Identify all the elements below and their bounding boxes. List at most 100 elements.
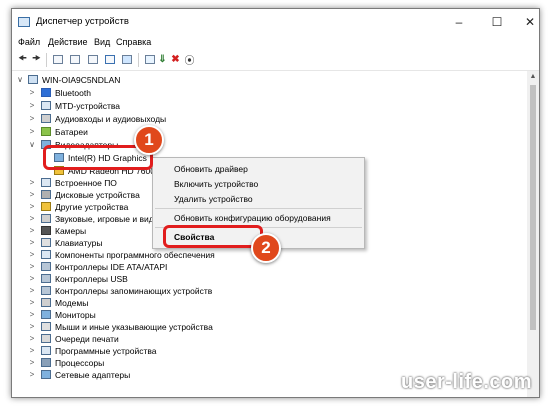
network-adapter-icon (41, 370, 51, 379)
printer-icon (41, 334, 51, 343)
chevron-right-icon[interactable]: > (28, 273, 36, 285)
usb-controller-icon (41, 274, 51, 283)
properties-icon[interactable] (86, 53, 99, 66)
chevron-right-icon[interactable]: > (28, 333, 36, 345)
speaker-icon (41, 114, 51, 123)
toolbar-separator (46, 53, 47, 67)
show-hide-console-tree-icon[interactable] (51, 53, 64, 66)
chevron-down-icon[interactable]: ∨ (28, 139, 36, 151)
tree-item-audio-io[interactable]: > Аудиовходы и аудиовыходы (12, 113, 527, 125)
chevron-right-icon[interactable]: > (28, 177, 36, 189)
chevron-right-icon[interactable]: > (28, 100, 36, 112)
view-icon[interactable] (68, 53, 81, 66)
tree-root[interactable]: ∨ WIN-OIA9C5NDLAN (12, 74, 527, 86)
software-component-icon (41, 250, 51, 259)
bluetooth-icon (41, 88, 51, 97)
chevron-right-icon[interactable]: > (28, 189, 36, 201)
tree-item-label: Bluetooth (55, 88, 91, 98)
tree-item-label: MTD-устройства (55, 101, 121, 111)
forward-arrow-icon[interactable]: 🠞 (30, 53, 43, 66)
scan-hardware-menu-item[interactable]: Обновить конфигурацию оборудования (174, 213, 331, 223)
close-button[interactable]: ✕ (510, 9, 539, 35)
chevron-right-icon[interactable]: > (28, 126, 36, 138)
menu-file[interactable]: Файл (18, 37, 40, 47)
camera-icon (41, 226, 51, 235)
window-title: Диспетчер устройств (36, 16, 129, 27)
mtd-device-icon (41, 101, 51, 110)
tree-item-monitors[interactable]: > Мониторы (12, 309, 527, 321)
uninstall-device-menu-item[interactable]: Удалить устройство (174, 194, 253, 204)
chevron-right-icon[interactable]: > (28, 213, 36, 225)
menu-help[interactable]: Справка (116, 37, 151, 47)
vertical-scrollbar[interactable]: ▲ (527, 71, 539, 397)
uninstall-icon[interactable]: ✖ (169, 53, 182, 66)
help-icon[interactable] (103, 53, 116, 66)
scan-hardware-icon[interactable] (143, 53, 156, 66)
update-driver-icon[interactable]: ⇓ (156, 53, 169, 66)
toolbar-separator (138, 53, 139, 67)
tree-item-mtd[interactable]: > MTD-устройства (12, 100, 527, 112)
enable-device-menu-item[interactable]: Включить устройство (174, 179, 258, 189)
minimize-button[interactable]: – (439, 9, 479, 35)
chevron-right-icon[interactable]: > (28, 113, 36, 125)
software-device-icon (41, 346, 51, 355)
chevron-right-icon[interactable]: > (28, 357, 36, 369)
tree-item-mice[interactable]: > Мыши и иные указывающие устройства (12, 321, 527, 333)
chevron-right-icon[interactable]: > (28, 297, 36, 309)
enable-device-icon[interactable]: ⦿ (183, 53, 196, 67)
step-1-badge: 1 (134, 125, 164, 155)
firmware-icon (41, 178, 51, 187)
menu-view[interactable]: Вид (94, 37, 110, 47)
menu-separator (155, 208, 362, 209)
update-driver-menu-item[interactable]: Обновить драйвер (174, 164, 248, 174)
chevron-right-icon[interactable]: > (28, 369, 36, 381)
chevron-right-icon[interactable]: > (28, 237, 36, 249)
back-arrow-icon[interactable]: 🠜 (16, 53, 29, 66)
scrollbar-thumb[interactable] (530, 85, 536, 330)
menu-bar: Файл Действие Вид Справка (12, 35, 539, 50)
tree-item-modems[interactable]: > Модемы (12, 297, 527, 309)
tree-item-software-devices[interactable]: > Программные устройства (12, 345, 527, 357)
tree-item-bluetooth[interactable]: > Bluetooth (12, 87, 527, 99)
chevron-right-icon[interactable]: > (28, 321, 36, 333)
tree-item-ide-controllers[interactable]: > Контроллеры IDE ATA/ATAPI (12, 261, 527, 273)
chevron-right-icon[interactable]: > (28, 87, 36, 99)
device-manager-icon (18, 17, 30, 27)
tree-item-label: Контроллеры запоминающих устройств (55, 286, 213, 296)
chevron-down-icon[interactable]: ∨ (16, 74, 24, 86)
battery-icon (41, 127, 51, 136)
tree-item-batteries[interactable]: > Батареи (12, 126, 527, 138)
tree-item-label: Аудиовходы и аудиовыходы (55, 114, 167, 124)
tree-item-label: Контроллеры IDE ATA/ATAPI (55, 262, 168, 272)
ide-controller-icon (41, 262, 51, 271)
processor-icon (41, 358, 51, 367)
disk-drive-icon (41, 190, 51, 199)
chevron-right-icon[interactable]: > (28, 345, 36, 357)
chevron-right-icon[interactable]: > (28, 309, 36, 321)
monitor-icon[interactable] (120, 53, 133, 66)
tree-item-label: Другие устройства (55, 202, 129, 212)
menu-action[interactable]: Действие (48, 37, 88, 47)
tree-item-label: Дисковые устройства (55, 190, 140, 200)
modem-icon (41, 298, 51, 307)
chevron-right-icon[interactable]: > (28, 285, 36, 297)
tree-item-label: Программные устройства (55, 346, 157, 356)
chevron-right-icon[interactable]: > (28, 225, 36, 237)
title-bar: Диспетчер устройств – ☐ ✕ (12, 9, 539, 35)
tree-item-usb-controllers[interactable]: > Контроллеры USB (12, 273, 527, 285)
chevron-right-icon[interactable]: > (28, 249, 36, 261)
tree-item-label: Компоненты программного обеспечения (55, 250, 215, 260)
monitor-icon (41, 310, 51, 319)
tree-item-print-queues[interactable]: > Очереди печати (12, 333, 527, 345)
tree-item-storage-controllers[interactable]: > Контроллеры запоминающих устройств (12, 285, 527, 297)
scroll-up-arrow-icon[interactable]: ▲ (527, 71, 539, 83)
tree-item-label: Встроенное ПО (55, 178, 117, 188)
tree-item-label: Процессоры (55, 358, 105, 368)
chevron-right-icon[interactable]: > (28, 201, 36, 213)
tree-item-label: Клавиатуры (55, 238, 103, 248)
chevron-right-icon[interactable]: > (28, 261, 36, 273)
tree-item-label: Сетевые адаптеры (55, 370, 131, 380)
tree-root-label: WIN-OIA9C5NDLAN (42, 75, 121, 85)
tree-item-processors[interactable]: > Процессоры (12, 357, 527, 369)
tree-item-label: Батареи (55, 127, 88, 137)
